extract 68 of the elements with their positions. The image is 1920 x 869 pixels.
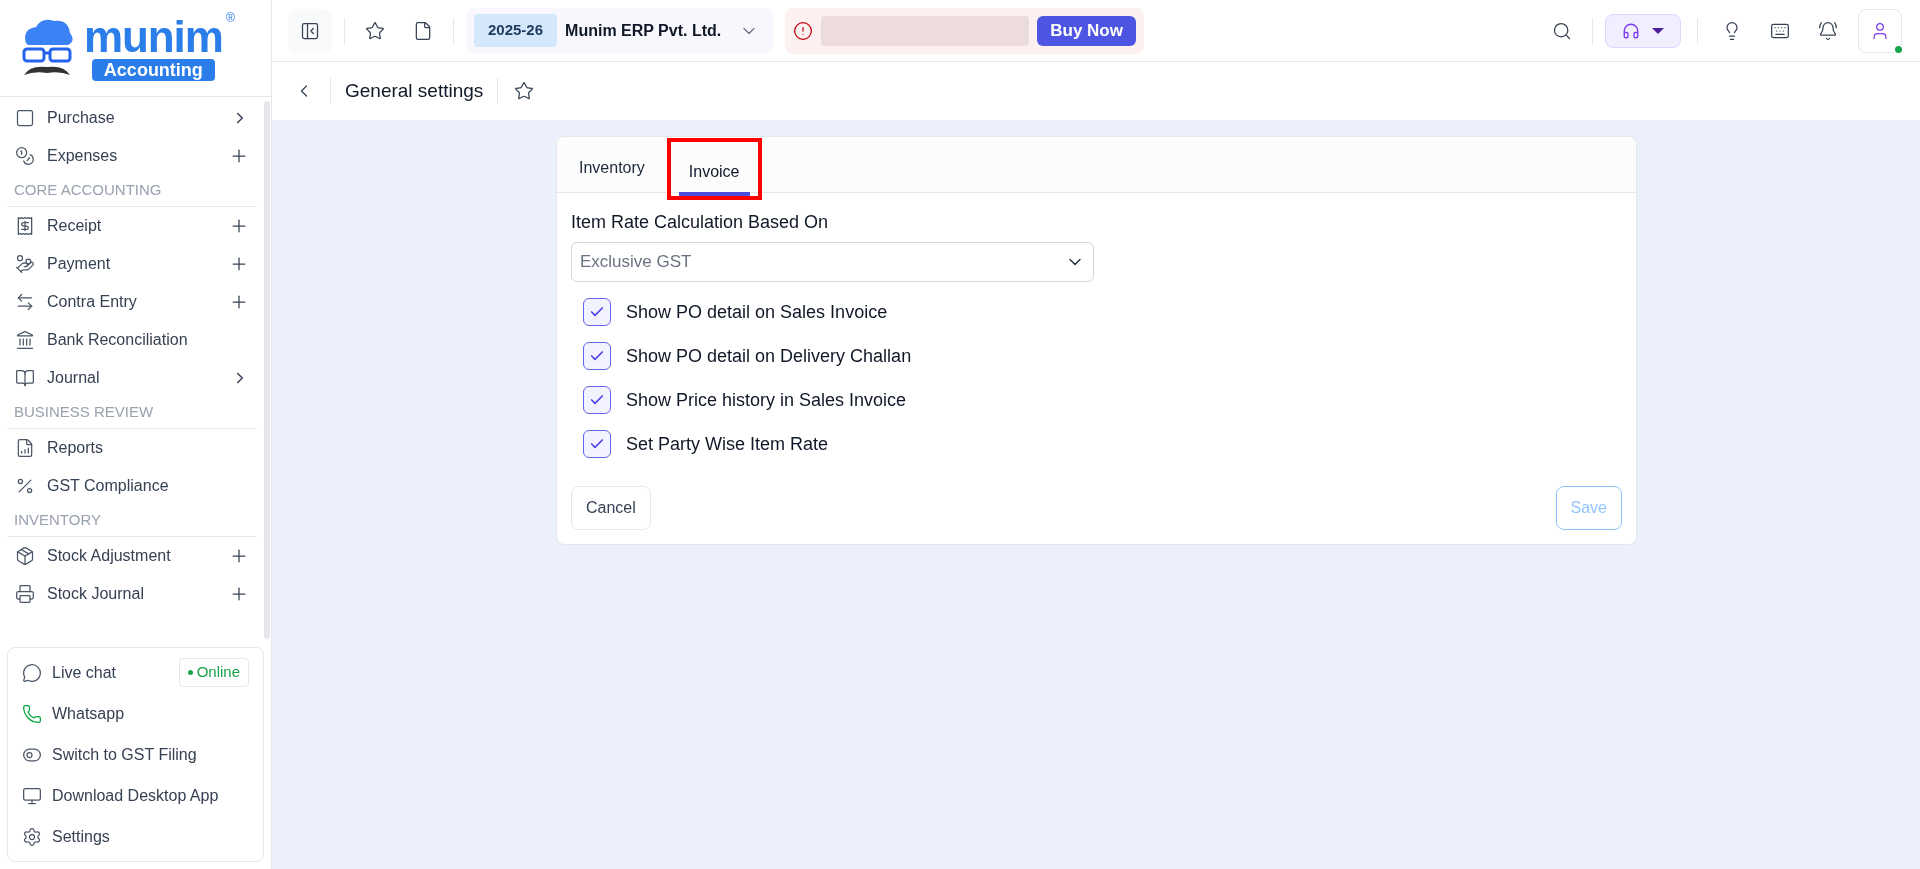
search-icon [1552,20,1572,41]
coins-icon [15,146,35,166]
help-item[interactable]: Live chat Online [8,652,263,693]
profile-button[interactable] [1858,8,1902,53]
sidebar-item[interactable]: GST Compliance [0,467,264,505]
arrows-icon [15,292,35,312]
settings-icon [22,826,42,847]
sidebar-item[interactable]: Purchase [0,99,264,137]
field-label: Item Rate Calculation Based On [571,211,830,234]
settings-tab[interactable]: Inventory [569,148,655,192]
star-icon [514,81,535,101]
sidebar-toggle-button[interactable] [288,8,332,53]
headset-icon [1622,21,1640,40]
checkbox[interactable] [583,386,611,414]
bank-icon [15,330,35,350]
checkbox[interactable] [583,342,611,370]
option-label: Show Price history in Sales Invoice [626,388,907,412]
sidebar-item[interactable]: Expenses [0,137,264,175]
section-heading: BUSINESS REVIEW [14,402,154,423]
buy-now-button[interactable]: Buy Now [1037,15,1136,46]
sidebar-item[interactable]: Reports [0,429,264,467]
online-badge: Online [178,658,249,687]
chat-icon [22,662,42,683]
receipt-icon [15,216,35,236]
option-label: Show PO detail on Sales Invoice [626,300,888,324]
support-button[interactable] [1605,13,1681,48]
hand-coins-icon [15,254,35,274]
option-label: Show PO detail on Delivery Challan [626,344,912,368]
cancel-button[interactable]: Cancel [571,486,651,530]
logo-badge: Accounting [91,59,215,81]
phone-icon [22,703,42,724]
file-icon [413,20,433,41]
square-icon [15,108,35,128]
printer-icon [15,584,35,604]
bell-icon [1818,20,1838,41]
section-heading: INVENTORY [14,510,101,531]
logo-wordmark: munim [84,15,223,59]
sidebar-item[interactable]: Journal [0,359,264,397]
company-selector[interactable]: 2025-26 Munim ERP Pvt. Ltd. [466,7,774,54]
sidebar-item[interactable]: Contra Entry [0,283,264,321]
registered-mark: ® [225,11,235,25]
star-icon [365,20,385,41]
help-item[interactable]: Download Desktop App [8,775,263,816]
panel-icon [300,20,320,41]
help-item[interactable]: Settings [8,816,263,857]
sidebar-item[interactable]: Stock Journal [0,575,264,613]
rate-calculation-select[interactable]: Exclusive GST [571,242,1094,282]
box-icon [15,546,35,566]
scrollbar[interactable] [264,101,270,639]
alert-icon [793,20,814,41]
help-item[interactable]: Whatsapp [8,693,263,734]
help-item[interactable]: Switch to GST Filing [8,734,263,775]
sidebar-item[interactable]: Stock Adjustment [0,537,264,575]
caret-icon [1652,27,1664,34]
page-title: General settings [345,78,484,103]
sidebar-item[interactable]: Receipt [0,207,264,245]
sidebar-item[interactable]: Bank Reconciliation [0,321,264,359]
financial-year-badge: 2025-26 [474,14,558,47]
settings-tab[interactable]: Invoice [678,152,750,196]
option-label: Set Party Wise Item Rate [626,432,829,456]
checkbox[interactable] [583,298,611,326]
book-icon [15,368,35,388]
checkbox[interactable] [583,430,611,458]
monitor-icon [22,785,42,806]
percent-icon [15,476,35,496]
sidebar-item[interactable]: Payment [0,245,264,283]
section-heading: CORE ACCOUNTING [14,180,162,201]
chart-icon [15,438,35,458]
